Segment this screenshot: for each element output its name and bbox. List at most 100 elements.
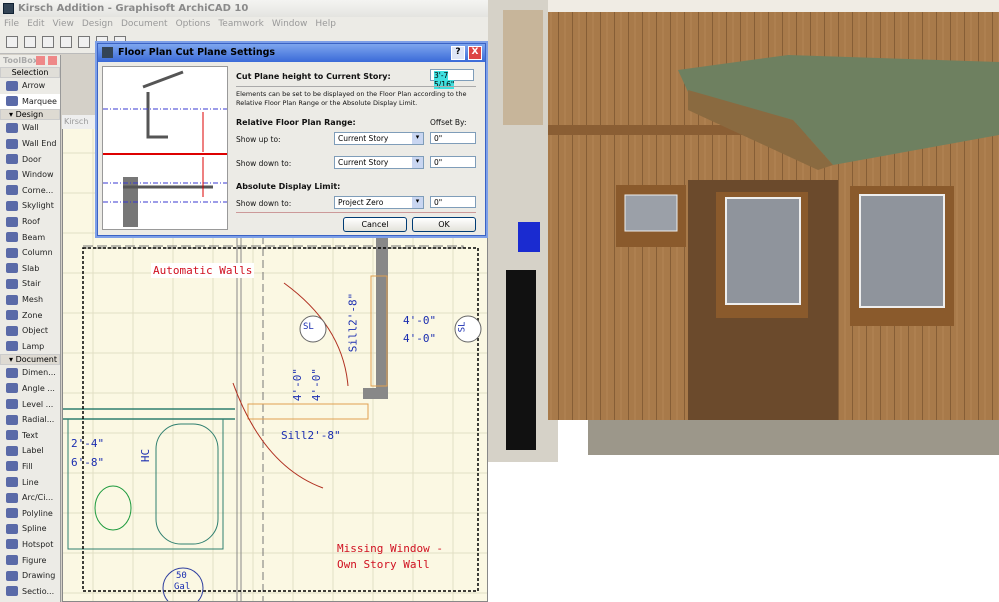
- tool-beam[interactable]: Beam: [0, 229, 60, 245]
- tool-window[interactable]: Window: [0, 167, 60, 183]
- show-down-select[interactable]: Current Story ▾: [334, 156, 424, 169]
- abs-show-down-offset-input[interactable]: 0": [430, 196, 476, 208]
- tool-door[interactable]: Door: [0, 151, 60, 167]
- dialog-title-bar: Floor Plan Cut Plane Settings? X: [98, 44, 485, 62]
- cancel-button[interactable]: Cancel: [343, 217, 407, 232]
- annotation-missing-window: Missing Window -: [337, 542, 443, 555]
- tool-label: Wall End: [22, 139, 57, 149]
- wall-icon: [6, 122, 18, 133]
- tool-level[interactable]: Level ...: [0, 396, 60, 412]
- tool-label[interactable]: Label: [0, 443, 60, 459]
- tool-label: Radial...: [22, 415, 55, 425]
- show-up-select[interactable]: Current Story ▾: [334, 132, 424, 145]
- tool-skylight[interactable]: Skylight: [0, 198, 60, 214]
- tool-zone[interactable]: Zone: [0, 307, 60, 323]
- menu-document[interactable]: Document: [121, 19, 168, 30]
- tool-label: Line: [22, 477, 39, 487]
- menu-options[interactable]: Options: [176, 19, 211, 30]
- tool-text[interactable]: Text: [0, 427, 60, 443]
- show-up-label: Show up to:: [236, 135, 281, 144]
- show-up-offset-input[interactable]: 0": [430, 132, 476, 144]
- wall-end-icon: [6, 138, 18, 149]
- tool-lamp[interactable]: Lamp: [0, 339, 60, 355]
- abs-show-down-select[interactable]: Project Zero ▾: [334, 196, 424, 209]
- dim-door-height: 6'-8": [71, 456, 105, 469]
- menu-help[interactable]: Help: [315, 19, 336, 30]
- ok-button[interactable]: OK: [412, 217, 476, 232]
- corne-icon: [6, 185, 18, 196]
- new-icon[interactable]: [6, 36, 18, 48]
- tool-roof[interactable]: Roof: [0, 214, 60, 230]
- toolbox-document-header[interactable]: ▾ Document: [0, 354, 60, 366]
- cut-icon[interactable]: [78, 36, 90, 48]
- chevron-down-icon[interactable]: ▾: [412, 157, 423, 168]
- roof-icon: [6, 216, 18, 227]
- tool-label: Skylight: [22, 201, 54, 211]
- chevron-down-icon[interactable]: ▾: [412, 197, 423, 208]
- tool-fill[interactable]: Fill: [0, 459, 60, 475]
- tool-wall[interactable]: Wall: [0, 120, 60, 136]
- tool-label: Polyline: [22, 508, 53, 518]
- tool-wall-end[interactable]: Wall End: [0, 136, 60, 152]
- window-title: Kirsch Addition - Graphisoft ArchiCAD 10: [18, 3, 249, 14]
- 3d-render-view: [488, 0, 999, 462]
- tool-corne[interactable]: Corne...: [0, 183, 60, 199]
- tool-marquee[interactable]: Marquee: [0, 93, 60, 110]
- menu-teamwork[interactable]: Teamwork: [218, 19, 264, 30]
- help-button[interactable]: ?: [451, 46, 465, 60]
- close-button[interactable]: X: [468, 46, 482, 60]
- close-icon[interactable]: [48, 56, 57, 65]
- tool-label: Zone: [22, 310, 43, 320]
- menu-view[interactable]: View: [53, 19, 74, 30]
- cut-plane-input[interactable]: 3'-7 5/16": [430, 69, 474, 89]
- tool-mesh[interactable]: Mesh: [0, 292, 60, 308]
- tool-stair[interactable]: Stair: [0, 276, 60, 292]
- dim-window-width-c: 4'-0": [291, 367, 305, 402]
- plan-window-tab[interactable]: Kirsch: [62, 115, 102, 129]
- tool-arc-ci[interactable]: Arc/Ci...: [0, 490, 60, 506]
- menu-design[interactable]: Design: [82, 19, 113, 30]
- sectio-icon: [6, 586, 18, 597]
- fill-icon: [6, 461, 18, 472]
- tool-label: Beam: [22, 232, 46, 242]
- hotspot-icon: [6, 539, 18, 550]
- save-icon[interactable]: [42, 36, 54, 48]
- tool-hotspot[interactable]: Hotspot: [0, 537, 60, 553]
- tool-angle[interactable]: Angle ...: [0, 381, 60, 397]
- menu-file[interactable]: File: [4, 19, 19, 30]
- menu-window[interactable]: Window: [272, 19, 308, 30]
- tool-spline[interactable]: Spline: [0, 521, 60, 537]
- chevron-down-icon[interactable]: ▾: [412, 133, 423, 144]
- document-header-label: Document: [15, 355, 58, 365]
- cut-plane-label: Cut Plane height to Current Story:: [236, 72, 391, 81]
- door-icon: [6, 154, 18, 165]
- tool-drawing[interactable]: Drawing: [0, 568, 60, 584]
- minimize-icon[interactable]: [36, 56, 45, 65]
- tool-line[interactable]: Line: [0, 474, 60, 490]
- tool-label: Lamp: [22, 341, 45, 351]
- show-down-offset-input[interactable]: 0": [430, 156, 476, 168]
- arrow-icon: [6, 80, 18, 91]
- marquee-icon: [6, 96, 18, 107]
- open-icon[interactable]: [24, 36, 36, 48]
- print-icon[interactable]: [60, 36, 72, 48]
- window-icon: [6, 169, 18, 180]
- tool-arrow[interactable]: Arrow: [0, 78, 60, 94]
- skylight-icon: [6, 200, 18, 211]
- relative-range-header: Relative Floor Plan Range:: [236, 118, 356, 127]
- cut-plane-diagram: [102, 66, 228, 230]
- tool-slab[interactable]: Slab: [0, 261, 60, 277]
- toolbox-title: ToolBox: [3, 56, 38, 65]
- annotation-own-story-wall: Own Story Wall: [337, 558, 430, 571]
- object-icon: [6, 325, 18, 336]
- tool-column[interactable]: Column: [0, 245, 60, 261]
- tool-figure[interactable]: Figure: [0, 552, 60, 568]
- menu-edit[interactable]: Edit: [27, 19, 44, 30]
- tool-radial[interactable]: Radial...: [0, 412, 60, 428]
- tool-dimen[interactable]: Dimen...: [0, 365, 60, 381]
- tool-object[interactable]: Object: [0, 323, 60, 339]
- tool-polyline[interactable]: Polyline: [0, 505, 60, 521]
- toolbox-design-header[interactable]: ▾ Design: [0, 109, 60, 121]
- tool-sectio[interactable]: Sectio...: [0, 583, 60, 599]
- tank-label-gal: Gal: [174, 582, 191, 592]
